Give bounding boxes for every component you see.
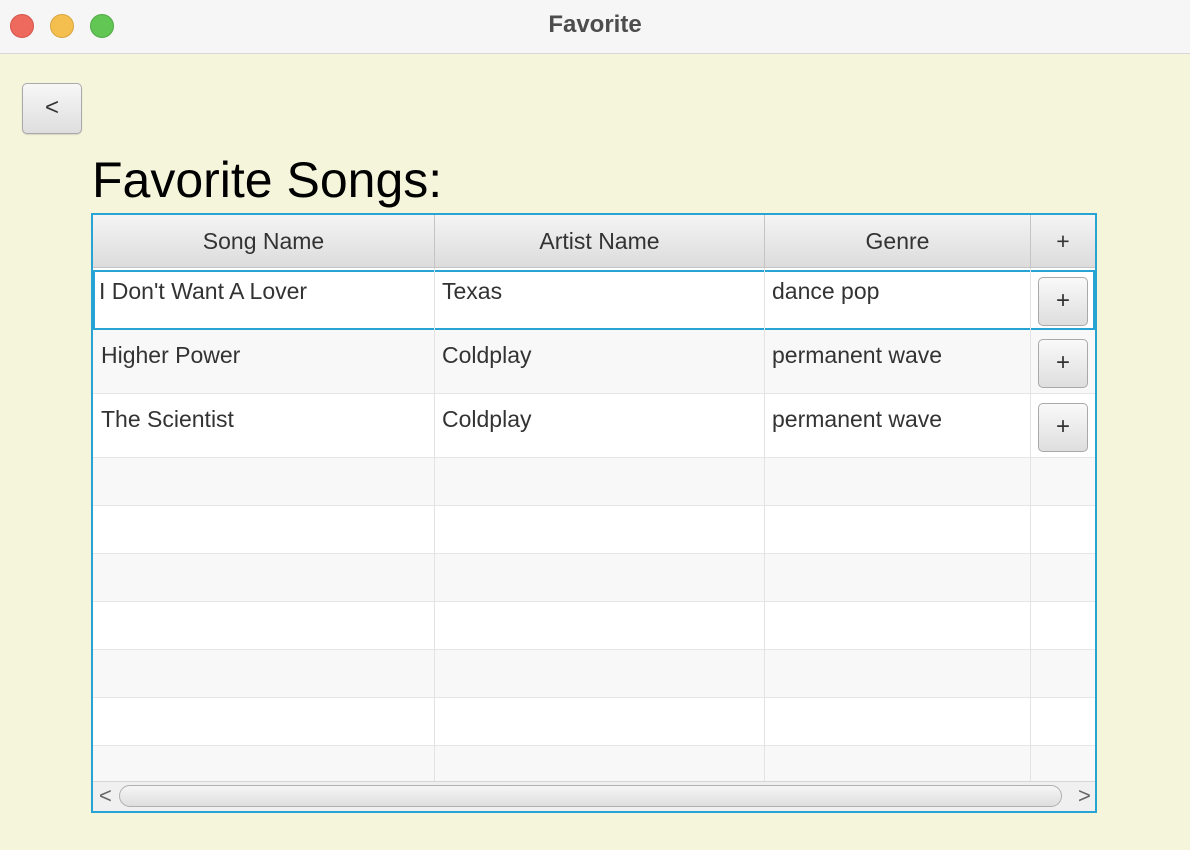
table-row[interactable]: Higher Power Coldplay permanent wave + (93, 330, 1095, 394)
favorite-songs-table[interactable]: Song Name Artist Name Genre + I Don't Wa… (91, 213, 1097, 813)
artist-name-cell: Coldplay (442, 342, 532, 368)
song-name-cell: I Don't Want A Lover (99, 278, 308, 304)
genre-cell: dance pop (772, 278, 880, 304)
add-song-button[interactable]: + (1038, 403, 1088, 452)
empty-row (93, 650, 1095, 698)
scroll-left-icon[interactable]: < (99, 784, 112, 808)
window-titlebar: Favorite (0, 0, 1190, 54)
add-song-button[interactable]: + (1038, 277, 1088, 326)
empty-row (93, 602, 1095, 650)
table-row[interactable]: I Don't Want A Lover Texas dance pop + (93, 270, 1095, 330)
table-header: Song Name Artist Name Genre + (93, 215, 1095, 271)
column-header-song-name[interactable]: Song Name (93, 215, 435, 268)
table-row[interactable]: The Scientist Coldplay permanent wave + (93, 394, 1095, 458)
empty-row (93, 506, 1095, 554)
back-button[interactable]: < (22, 83, 82, 134)
column-header-artist-name[interactable]: Artist Name (435, 215, 765, 268)
artist-name-cell: Texas (442, 278, 503, 304)
empty-row (93, 746, 1095, 781)
song-name-cell: The Scientist (101, 406, 234, 432)
empty-row (93, 698, 1095, 746)
add-song-button[interactable]: + (1038, 339, 1088, 388)
window-title: Favorite (548, 11, 642, 38)
genre-cell: permanent wave (772, 406, 943, 432)
empty-row (93, 458, 1095, 506)
page-title: Favorite Songs: (92, 152, 443, 208)
genre-cell: permanent wave (772, 342, 943, 368)
song-name-cell: Higher Power (101, 342, 241, 368)
scrollbar-thumb[interactable] (119, 785, 1062, 807)
scroll-right-icon[interactable]: > (1078, 784, 1091, 808)
empty-row (93, 554, 1095, 602)
column-header-genre[interactable]: Genre (765, 215, 1031, 268)
artist-name-cell: Coldplay (442, 406, 532, 432)
column-header-add[interactable]: + (1031, 215, 1095, 268)
horizontal-scrollbar[interactable]: < > (93, 781, 1095, 811)
